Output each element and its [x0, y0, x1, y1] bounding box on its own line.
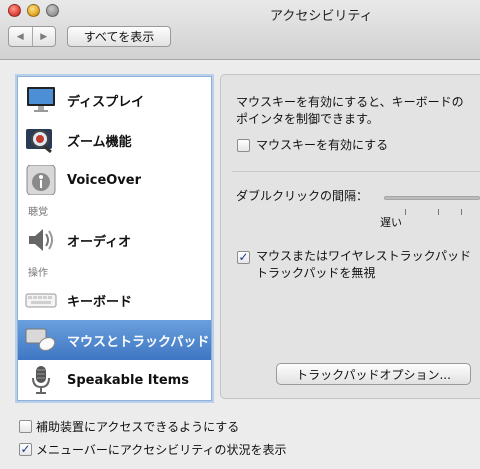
sidebar-item-label: オーディオ: [67, 234, 132, 250]
sidebar-item-audio[interactable]: オーディオ: [18, 220, 211, 260]
mouse-keys-label: マウスキーを有効にする: [256, 138, 389, 152]
show-all-button[interactable]: すべてを表示: [67, 26, 171, 47]
mouse-keys-description-line1: マウスキーを有効にすると、キーボードの: [236, 95, 464, 109]
sidebar-item-label: キーボード: [67, 294, 133, 310]
sidebar-item-label: ズーム機能: [67, 134, 132, 150]
assistive-devices-label: 補助装置にアクセスできるようにする: [36, 420, 240, 434]
menubar-status-label: メニューバーにアクセシビリティの状況を表示: [36, 443, 287, 457]
zoom-window-button[interactable]: [46, 4, 59, 17]
sidebar-item-zoom[interactable]: ズーム機能: [18, 120, 211, 160]
window-title: アクセシビリティ: [270, 9, 373, 24]
title-bar: アクセシビリティ ◀ ▶ すべてを表示: [0, 0, 480, 60]
ignore-trackpad-label-line1: マウスまたはワイヤレストラックパッド: [256, 249, 472, 263]
back-icon[interactable]: ◀: [9, 27, 32, 46]
double-click-speed-slider[interactable]: [384, 196, 480, 200]
trackpad-options-button[interactable]: トラックパッドオプション...: [276, 363, 471, 385]
ignore-trackpad-label-line2: トラックパッドを無視: [256, 266, 376, 280]
sidebar-item-label: マウスとトラックパッド: [67, 334, 210, 350]
keyboard-icon: [25, 285, 57, 315]
sidebar-item-label: VoiceOver: [67, 172, 142, 188]
forward-icon[interactable]: ▶: [31, 27, 56, 46]
assistive-devices-checkbox[interactable]: [19, 420, 32, 433]
section-header-interaction: 操作: [28, 268, 48, 279]
ignore-trackpad-checkbox[interactable]: ✓: [237, 251, 250, 264]
sidebar-item-label: Speakable Items: [67, 372, 189, 388]
microphone-icon: [25, 365, 57, 395]
sidebar-item-keyboard[interactable]: キーボード: [18, 280, 211, 320]
slider-tick: [461, 209, 462, 215]
back-forward-control: ◀ ▶: [8, 26, 56, 47]
sidebar-list: ディスプレイ ズーム機能 VoiceOver 聴覚 オーディオ 操作 キーボード…: [17, 76, 212, 401]
slow-label: 遅い: [380, 216, 402, 229]
zoom-icon: [25, 125, 57, 155]
sidebar-item-voiceover[interactable]: VoiceOver: [18, 160, 211, 200]
panel-divider: [232, 171, 480, 172]
sidebar-item-label: ディスプレイ: [67, 94, 145, 110]
section-header-hearing: 聴覚: [28, 207, 48, 218]
double-click-label: ダブルクリックの間隔：: [236, 189, 369, 203]
minimize-window-button[interactable]: [27, 4, 40, 17]
menubar-status-checkbox[interactable]: ✓: [19, 443, 32, 456]
voiceover-icon: [25, 164, 57, 196]
mouse-keys-checkbox[interactable]: [237, 139, 250, 152]
slider-tick: [405, 209, 406, 215]
mouse-keys-description-line2: ポインタを制御できます。: [236, 112, 379, 126]
speaker-icon: [25, 225, 57, 255]
display-icon: [25, 85, 57, 115]
slider-tick: [438, 209, 439, 215]
sidebar-item-speakable-items[interactable]: Speakable Items: [18, 360, 211, 400]
mouse-trackpad-icon: [25, 325, 57, 355]
close-window-button[interactable]: [8, 4, 21, 17]
sidebar-item-mouse-trackpad[interactable]: マウスとトラックパッド: [18, 320, 211, 360]
sidebar-item-display[interactable]: ディスプレイ: [18, 80, 211, 120]
